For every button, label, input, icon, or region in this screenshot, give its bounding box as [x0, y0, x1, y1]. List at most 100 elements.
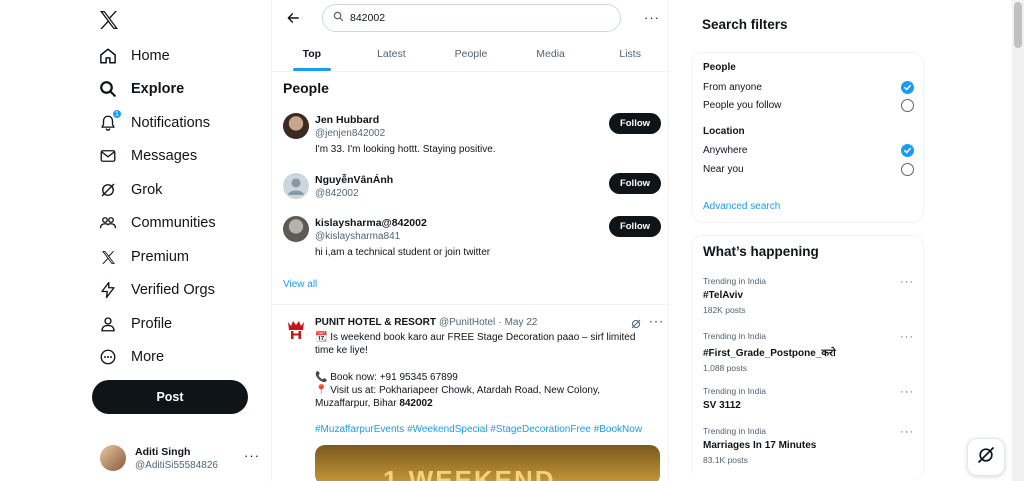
whats-happening-box: What’s happening Trending in India #TelA… — [691, 235, 924, 481]
whats-happening-title: What’s happening — [703, 244, 819, 259]
post-button[interactable]: Post — [92, 380, 248, 414]
tweet-author-name[interactable]: PUNIT HOTEL & RESORT — [315, 317, 436, 328]
tweet-line: 📆 Is weekend book karo aur FREE Stage De… — [315, 332, 636, 343]
search-tabs: Top Latest People Media Lists — [272, 36, 670, 72]
follow-button[interactable]: Follow — [609, 216, 661, 237]
tweet-address-line: Muzaffarpur, Bihar 842002 — [315, 397, 660, 410]
filter-from-anyone[interactable]: From anyone — [703, 80, 914, 94]
tab-media[interactable]: Media — [511, 36, 591, 71]
more-dots-icon[interactable]: ··· — [244, 448, 260, 463]
hotel-logo-icon[interactable] — [286, 318, 306, 340]
advanced-search-link[interactable]: Advanced search — [703, 201, 780, 212]
grok-icon[interactable] — [630, 317, 642, 329]
trend-count: 182K posts — [703, 305, 746, 315]
filter-label: People you follow — [703, 99, 782, 111]
tweet-separator: · — [498, 317, 502, 328]
right-column: Search filters People From anyone People… — [691, 0, 924, 481]
person-handle: @842002 — [315, 188, 359, 199]
person-card[interactable]: kislaysharma@842002 @kislaysharma841 hi … — [272, 216, 670, 270]
account-handle: @AditiSi55584826 — [135, 459, 218, 471]
people-section-title: People — [283, 80, 329, 96]
radio-unchecked-icon[interactable] — [901, 162, 914, 176]
person-name[interactable]: NguyễnVânÁnh — [315, 174, 393, 186]
tweet-author-handle[interactable]: @PunitHotel — [439, 317, 495, 328]
tweet-date[interactable]: May 22 — [505, 317, 538, 328]
follow-button[interactable]: Follow — [609, 173, 661, 194]
person-card[interactable]: Jen Hubbard @jenjen842002 I'm 33. I'm lo… — [272, 113, 670, 167]
grok-floating-button[interactable] — [967, 438, 1005, 476]
nav-profile-label: Profile — [131, 316, 173, 332]
nav-explore-label: Explore — [131, 81, 185, 97]
avatar[interactable] — [283, 173, 309, 199]
search-box[interactable] — [322, 4, 621, 32]
lightning-icon — [98, 280, 118, 300]
account-switcher[interactable]: Aditi Singh @AditiSi55584826 ··· — [100, 440, 270, 476]
nav-home-label: Home — [131, 48, 170, 64]
nav-verified-orgs[interactable]: Verified Orgs — [98, 275, 215, 305]
trend-item[interactable]: Trending in India SV 3112 ··· — [703, 386, 914, 430]
more-dots-icon[interactable]: ··· — [900, 331, 914, 343]
divider — [272, 304, 670, 305]
account-name: Aditi Singh — [135, 445, 191, 458]
back-arrow-icon[interactable] — [283, 8, 303, 28]
communities-icon — [98, 213, 118, 233]
nav-grok-label: Grok — [131, 182, 163, 198]
nav-home[interactable]: Home — [98, 41, 170, 71]
search-filters-box: People From anyone People you follow Loc… — [691, 52, 924, 223]
tab-lists[interactable]: Lists — [590, 36, 670, 71]
more-dots-icon[interactable]: ··· — [649, 314, 664, 328]
nav-communities[interactable]: Communities — [98, 208, 216, 238]
tweet[interactable]: PUNIT HOTEL & RESORT @PunitHotel · May 2… — [272, 312, 670, 481]
tweet-hashtags[interactable]: #MuzaffarpurEvents #WeekendSpecial #Stag… — [315, 423, 660, 436]
filter-anywhere[interactable]: Anywhere — [703, 143, 914, 157]
nav-more-label: More — [131, 349, 165, 365]
more-dots-icon[interactable]: ··· — [900, 386, 914, 398]
more-dots-icon[interactable]: ··· — [900, 276, 914, 288]
filter-near-you[interactable]: Near you — [703, 162, 914, 176]
search-filters-title: Search filters — [702, 17, 788, 32]
filter-label: From anyone — [703, 81, 762, 93]
nav-notifications[interactable]: 1 Notifications — [98, 108, 210, 138]
nav-communities-label: Communities — [131, 215, 216, 231]
main-column: ··· Top Latest People Media Lists People… — [271, 0, 670, 481]
nav-more[interactable]: More — [98, 342, 164, 372]
avatar[interactable] — [283, 216, 309, 242]
trend-item[interactable]: Trending in India #TelAviv 182K posts ··… — [703, 276, 914, 320]
nav-messages-label: Messages — [131, 148, 198, 164]
person-bio: I'm 33. I'm looking hottt. Staying posit… — [315, 144, 496, 155]
page-scrollbar[interactable] — [1012, 0, 1024, 481]
view-all-link[interactable]: View all — [283, 279, 317, 290]
person-name[interactable]: Jen Hubbard — [315, 114, 379, 126]
search-input[interactable] — [350, 12, 590, 24]
person-name[interactable]: kislaysharma@842002 — [315, 217, 427, 229]
nav-explore[interactable]: Explore — [98, 74, 184, 104]
trend-category: Trending in India — [703, 426, 767, 436]
radio-checked-icon[interactable] — [901, 143, 914, 157]
more-circle-icon — [98, 347, 118, 367]
trend-item[interactable]: Trending in India Marriages In 17 Minute… — [703, 426, 914, 470]
follow-button[interactable]: Follow — [609, 113, 661, 134]
trend-name: Marriages In 17 Minutes — [703, 440, 817, 451]
tweet-image[interactable]: 1 WEEKEND — [315, 445, 660, 481]
tab-top[interactable]: Top — [272, 36, 352, 71]
more-dots-icon[interactable]: ··· — [900, 426, 914, 438]
tab-people[interactable]: People — [431, 36, 511, 71]
filter-people-you-follow[interactable]: People you follow — [703, 98, 914, 112]
nav-grok[interactable]: Grok — [98, 175, 162, 205]
nav-profile[interactable]: Profile — [98, 309, 172, 339]
tweet-pincode: 842002 — [399, 398, 433, 409]
x-logo-icon[interactable] — [97, 8, 121, 32]
radio-checked-icon[interactable] — [901, 80, 914, 94]
trend-item[interactable]: Trending in India #First_Grade_Postpone_… — [703, 331, 914, 375]
tab-latest[interactable]: Latest — [352, 36, 432, 71]
scrollbar-thumb[interactable] — [1014, 2, 1022, 48]
nav-messages[interactable]: Messages — [98, 141, 197, 171]
person-handle: @kislaysharma841 — [315, 231, 401, 242]
avatar[interactable] — [283, 113, 309, 139]
nav-premium[interactable]: Premium — [98, 242, 189, 272]
filter-people-heading: People — [703, 62, 736, 73]
person-bio: hi i,am a technical student or join twit… — [315, 247, 491, 258]
radio-unchecked-icon[interactable] — [901, 98, 914, 112]
trend-count: 83.1K posts — [703, 455, 748, 465]
more-dots-icon[interactable]: ··· — [644, 10, 660, 25]
